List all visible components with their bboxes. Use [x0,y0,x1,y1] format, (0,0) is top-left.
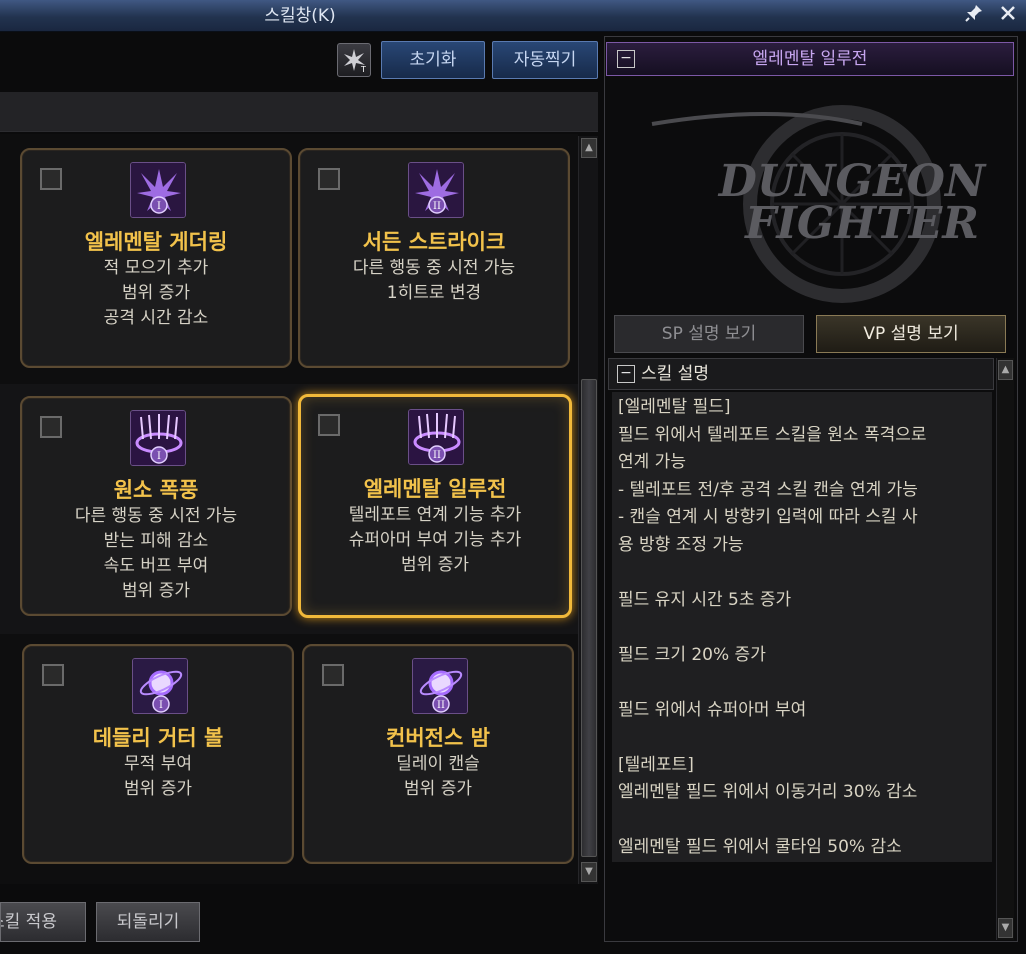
scrollbar-thumb[interactable] [581,379,597,857]
desc-line [618,807,986,835]
desc-line: [엘레멘탈 필드] [618,397,731,417]
purple-burst-icon: II [408,162,464,218]
skill-card-selected[interactable]: II 엘레멘탈 일루전 텔레포트 연계 기능 추가 슈퍼아머 부여 기능 추가 … [298,394,572,618]
svg-text:II: II [437,700,445,711]
skill-desc-line: 텔레포트 연계 기능 추가 [348,505,522,525]
skill-checkbox[interactable] [322,664,344,686]
skill-checkbox[interactable] [40,168,62,190]
window-titlebar: 스킬창(K) [0,0,1026,32]
tab-sp-description[interactable]: SP 설명 보기 [614,315,804,353]
desc-line: 연계 가능 [618,452,686,472]
skill-name: 엘레멘탈 게더링 [84,230,228,254]
skill-desc: 딜레이 캔슬 범위 증가 [304,752,572,802]
description-scrollbar[interactable]: ▲ ▼ [996,358,1014,940]
close-icon[interactable] [996,4,1020,28]
skill-desc-line: 범위 증가 [124,779,192,799]
collapse-icon[interactable]: − [617,365,635,383]
skill-desc-line: 적 모으기 추가 [103,258,209,278]
skill-desc-line: 다른 행동 중 시전 가능 [74,506,238,526]
detail-header: − 엘레멘탈 일루전 [606,42,1014,76]
skill-name: 데들리 거터 볼 [92,726,224,750]
skill-name: 서든 스트라이크 [362,230,506,254]
tab-vp-description[interactable]: VP 설명 보기 [816,315,1006,353]
skill-card[interactable]: I 엘레멘탈 게더링 적 모으기 추가 범위 증가 공격 시간 감소 [20,148,292,368]
skill-name: 엘레멘탈 일루전 [363,477,507,501]
svg-text:I: I [157,201,161,212]
skill-desc-line: 무적 부여 [124,754,192,774]
skill-description-text: [엘레멘탈 필드] 필드 위에서 텔레포트 스킬을 원소 폭격으로 연계 가능 … [612,392,992,862]
skill-desc-line: 범위 증가 [122,283,190,303]
desc-header-label: 스킬 설명 [641,364,709,384]
skill-checkbox[interactable] [318,414,340,436]
skill-card[interactable]: II 서든 스트라이크 다른 행동 중 시전 가능 1히트로 변경 [298,148,570,368]
desc-line: 필드 유지 시간 5초 증가 [618,589,792,610]
purple-orb-icon: II [412,658,468,714]
skill-filter-bar [0,92,598,132]
desc-line [618,724,986,752]
auto-assign-button[interactable]: 자동찍기 [492,41,598,79]
collapse-icon[interactable]: − [617,50,635,68]
skill-desc: 적 모으기 추가 범위 증가 공격 시간 감소 [22,256,290,331]
desc-line [618,559,986,587]
svg-text:T: T [360,65,366,73]
skill-checkbox[interactable] [318,168,340,190]
revert-button[interactable]: 되돌리기 [96,902,200,942]
window-title: 스킬창(K) [264,6,336,26]
skill-desc: 텔레포트 연계 기능 추가 슈퍼아머 부여 기능 추가 범위 증가 [301,503,569,578]
svg-text:II: II [433,450,441,461]
skill-checkbox[interactable] [42,664,64,686]
skill-desc-line: 딜레이 캔슬 [396,754,480,774]
skill-desc-line: 1히트로 변경 [386,283,482,303]
desc-line [618,614,986,642]
apply-skill-label: 스킬 적용 [1,912,57,932]
skill-desc-line: 범위 증가 [401,555,469,575]
skill-desc: 무적 부여 범위 증가 [24,752,292,802]
svg-text:I: I [159,700,163,711]
skill-desc-line: 속도 버프 부여 [103,556,209,576]
skill-desc: 다른 행동 중 시전 가능 1히트로 변경 [300,256,568,306]
svg-text:II: II [433,201,441,212]
skill-desc-line: 받는 피해 감소 [103,531,209,551]
desc-line: 엘레멘탈 필드 위에서 쿨타임 50% 감소 [618,837,902,857]
pin-icon[interactable] [962,4,986,28]
purple-burst-icon: I [130,162,186,218]
skill-card[interactable]: I 데들리 거터 볼 무적 부여 범위 증가 [22,644,294,864]
desc-line: 필드 위에서 슈퍼아머 부여 [618,699,807,720]
logo-word-2: FIGHTER [743,198,979,249]
desc-line: 엘레멘탈 필드 위에서 이동거리 30% 감소 [618,782,918,802]
desc-line: [텔레포트] [618,754,694,775]
scroll-down-icon[interactable]: ▼ [998,918,1013,938]
skill-card[interactable]: I 원소 폭풍 다른 행동 중 시전 가능 받는 피해 감소 속도 버프 부여 … [20,396,292,616]
skill-desc-line: 범위 증가 [122,581,190,601]
desc-line: - 캔슬 연계 시 방향키 입력에 따라 스킬 사 [618,507,918,527]
purple-storm-icon: II [408,409,464,465]
game-logo: DUNGEON FIGHTER [612,84,1012,308]
skill-desc-line: 범위 증가 [404,779,472,799]
scroll-up-icon[interactable]: ▲ [581,138,597,158]
skill-checkbox[interactable] [40,416,62,438]
purple-storm-icon: I [130,410,186,466]
skill-card[interactable]: II 컨버전스 밤 딜레이 캔슬 범위 증가 [302,644,574,864]
apply-skill-button[interactable]: 스킬 적용 [0,902,86,942]
skill-desc: 다른 행동 중 시전 가능 받는 피해 감소 속도 버프 부여 범위 증가 [22,504,290,604]
desc-line: 필드 위에서 텔레포트 스킬을 원소 폭격으로 [618,424,927,445]
skill-name: 원소 폭풍 [113,478,199,502]
skill-grid-scrollbar[interactable]: ▲ ▼ [578,136,598,884]
desc-line: 필드 크기 20% 증가 [618,644,766,665]
desc-line: - 텔레포트 전/후 공격 스킬 캔슬 연계 가능 [618,479,918,500]
detail-skill-name: 엘레멘탈 일루전 [752,49,868,69]
reset-button[interactable]: 초기화 [381,41,485,79]
svg-text:I: I [157,451,161,462]
scroll-up-icon[interactable]: ▲ [998,360,1013,380]
skill-description-header: − 스킬 설명 [608,358,994,390]
purple-orb-icon: I [132,658,188,714]
skill-filter-icon[interactable]: T [337,43,371,77]
scroll-down-icon[interactable]: ▼ [581,862,597,882]
skill-desc-line: 다른 행동 중 시전 가능 [352,258,516,278]
desc-line: 용 방향 조정 가능 [618,534,744,555]
skill-desc-line: 슈퍼아머 부여 기능 추가 [348,530,522,550]
skill-name: 컨버전스 밤 [386,726,490,750]
skill-desc-line: 공격 시간 감소 [103,308,209,328]
desc-line [618,669,986,697]
